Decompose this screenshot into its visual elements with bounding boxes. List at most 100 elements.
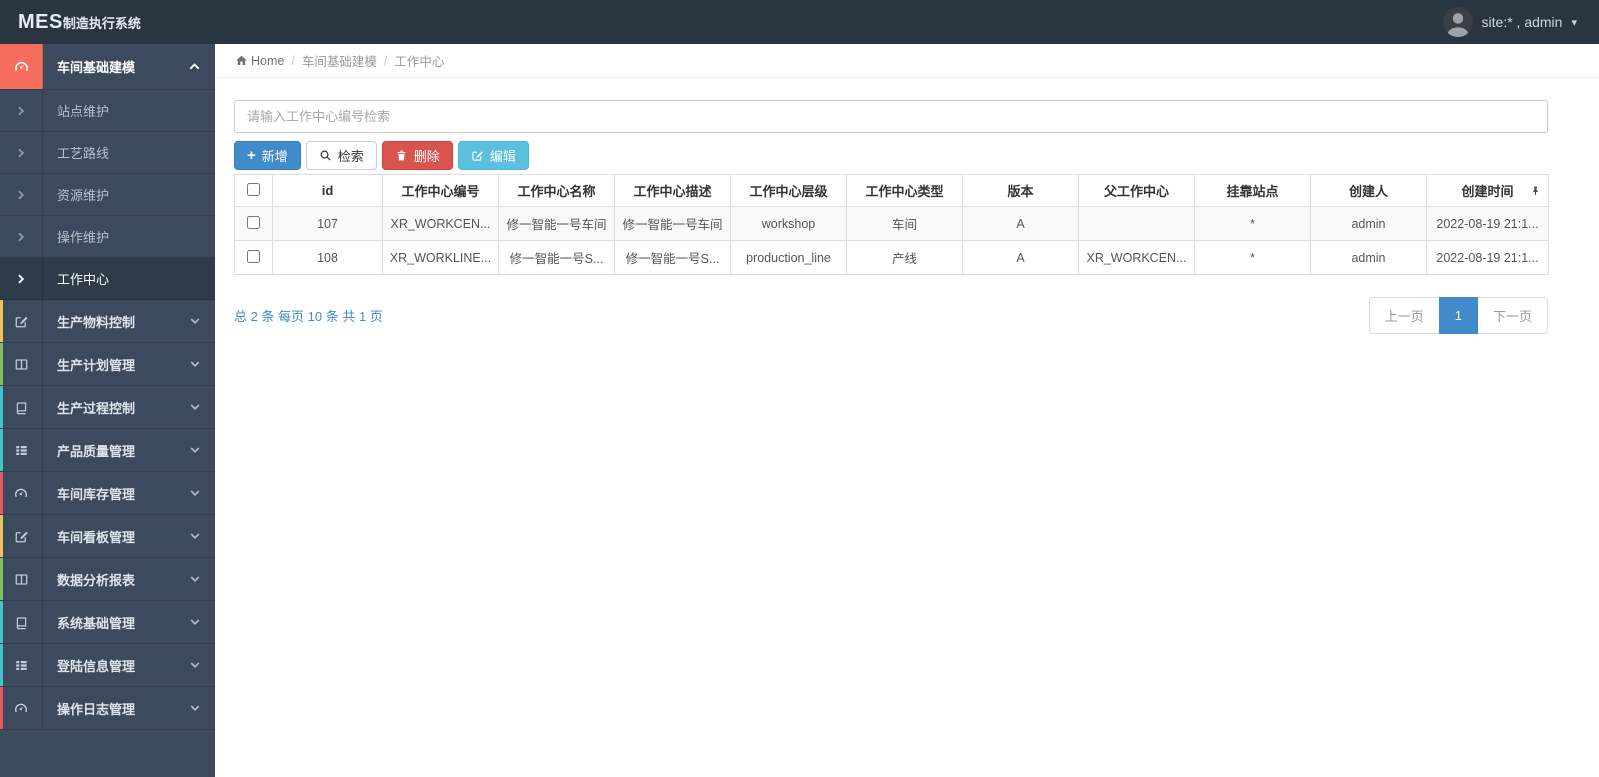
breadcrumb-home-label: Home xyxy=(251,53,285,68)
select-all-checkbox[interactable] xyxy=(247,182,260,196)
sidebar-item-operation-maintenance[interactable]: 操作维护 xyxy=(0,216,215,258)
edit-button-label: 编辑 xyxy=(489,149,516,164)
sidebar-item-material-control[interactable]: 生产物料控制 xyxy=(0,300,215,343)
pagination-next-button[interactable]: 下一页 xyxy=(1476,297,1548,334)
sidebar-item-label: 操作日志管理 xyxy=(57,701,136,717)
search-icon xyxy=(320,150,331,161)
sidebar-item-work-center[interactable]: 工作中心 xyxy=(0,258,215,300)
chevron-right-icon xyxy=(0,258,43,299)
sidebar-item-label: 工艺路线 xyxy=(57,146,110,161)
sidebar-item-operation-log-management[interactable]: 操作日志管理 xyxy=(0,687,215,730)
sidebar-item-system-base-management[interactable]: 系统基础管理 xyxy=(0,601,215,644)
work-center-table: id 工作中心编号 工作中心名称 工作中心描述 工作中心层级 工作中心类型 版本… xyxy=(234,174,1549,275)
sidebar-item-label: 生产物料控制 xyxy=(57,314,136,330)
cell-name: 修一智能一号S... xyxy=(498,240,615,275)
chevron-down-icon xyxy=(190,316,200,326)
header-work-center-level: 工作中心层级 xyxy=(730,174,847,207)
cell-level: production_line xyxy=(730,240,847,275)
header-create-time-label: 创建时间 xyxy=(1461,184,1514,199)
logo-text-suffix: 制造执行系统 xyxy=(62,15,141,31)
book-icon xyxy=(0,601,43,643)
sidebar-item-label: 系统基础管理 xyxy=(57,615,136,631)
sidebar-item-label: 操作维护 xyxy=(57,230,110,245)
search-button[interactable]: 检索 xyxy=(305,141,377,170)
cell-desc: 修一智能一号车间 xyxy=(614,206,731,241)
chevron-down-icon xyxy=(190,445,200,455)
edit-icon xyxy=(0,515,43,557)
table-row: 107 XR_WORKCEN... 修一智能一号车间 修一智能一号车间 work… xyxy=(234,206,1549,241)
search-input[interactable] xyxy=(234,100,1548,133)
trash-icon xyxy=(397,150,406,161)
dashboard-icon xyxy=(0,687,43,729)
sidebar-item-process-route[interactable]: 工艺路线 xyxy=(0,132,215,174)
sidebar-item-quality-management[interactable]: 产品质量管理 xyxy=(0,429,215,472)
header-work-center-code: 工作中心编号 xyxy=(382,174,499,207)
cell-code: XR_WORKLINE... xyxy=(382,240,499,275)
header-parent-work-center: 父工作中心 xyxy=(1078,174,1195,207)
logo-text-main: MES xyxy=(18,10,63,33)
sidebar-item-label: 数据分析报表 xyxy=(57,572,136,588)
pushpin-icon[interactable] xyxy=(1530,185,1541,196)
cell-name: 修一智能一号车间 xyxy=(498,206,615,241)
sidebar-item-workshop-modeling[interactable]: 车间基础建模 xyxy=(0,44,215,90)
row-checkbox[interactable] xyxy=(247,215,260,229)
delete-button[interactable]: 删除 xyxy=(381,141,453,170)
toolbar: + 新增 检索 删除 编辑 xyxy=(234,141,1548,170)
cell-site: * xyxy=(1194,240,1311,275)
color-strip xyxy=(0,515,3,557)
caret-down-icon: ▾ xyxy=(1571,16,1577,29)
breadcrumb-home-link[interactable]: Home xyxy=(235,54,284,68)
home-icon xyxy=(236,55,247,66)
sidebar-item-login-info-management[interactable]: 登陆信息管理 xyxy=(0,644,215,687)
row-select-cell xyxy=(234,240,273,275)
sidebar-item-inventory-management[interactable]: 车间库存管理 xyxy=(0,472,215,515)
sidebar-item-label: 生产计划管理 xyxy=(57,357,136,373)
list-icon xyxy=(0,644,43,686)
user-avatar xyxy=(1442,7,1473,37)
sidebar-item-label: 资源维护 xyxy=(57,188,110,203)
row-checkbox[interactable] xyxy=(247,249,260,263)
person-icon xyxy=(1442,7,1473,37)
sidebar-item-resource-maintenance[interactable]: 资源维护 xyxy=(0,174,215,216)
color-strip xyxy=(0,601,3,643)
row-select-cell xyxy=(234,206,273,241)
sidebar-item-site-maintenance[interactable]: 站点维护 xyxy=(0,90,215,132)
header-creator: 创建人 xyxy=(1310,174,1427,207)
chevron-down-icon xyxy=(190,617,200,627)
sidebar-item-plan-management[interactable]: 生产计划管理 xyxy=(0,343,215,386)
cell-parent xyxy=(1078,206,1195,241)
header-version: 版本 xyxy=(962,174,1079,207)
breadcrumb: Home / 车间基础建模 / 工作中心 xyxy=(215,44,1599,78)
cell-type: 车间 xyxy=(846,206,963,241)
cell-id: 108 xyxy=(272,240,383,275)
search-button-label: 检索 xyxy=(337,149,364,164)
chevron-up-icon xyxy=(189,61,200,72)
cell-id: 107 xyxy=(272,206,383,241)
chevron-down-icon xyxy=(190,574,200,584)
header-select-all xyxy=(234,174,273,207)
sidebar-item-label: 登陆信息管理 xyxy=(57,658,136,674)
header-work-center-name: 工作中心名称 xyxy=(498,174,615,207)
edit-button[interactable]: 编辑 xyxy=(457,141,529,170)
columns-icon xyxy=(0,343,43,385)
sidebar-item-kanban-management[interactable]: 车间看板管理 xyxy=(0,515,215,558)
add-button[interactable]: + 新增 xyxy=(234,141,301,170)
breadcrumb-level1[interactable]: 车间基础建模 xyxy=(302,51,377,70)
sidebar-item-label: 站点维护 xyxy=(57,104,110,119)
cell-type: 产线 xyxy=(846,240,963,275)
user-menu[interactable]: site:* , admin ▾ xyxy=(1442,7,1577,37)
sidebar-item-process-control[interactable]: 生产过程控制 xyxy=(0,386,215,429)
chevron-down-icon xyxy=(190,359,200,369)
header-id: id xyxy=(272,174,383,207)
plus-icon: + xyxy=(247,147,256,164)
sidebar-item-data-analysis-report[interactable]: 数据分析报表 xyxy=(0,558,215,601)
delete-button-label: 删除 xyxy=(413,149,440,164)
cell-site: * xyxy=(1194,206,1311,241)
color-strip xyxy=(0,472,3,514)
pagination-prev-button[interactable]: 上一页 xyxy=(1368,297,1440,334)
header-work-center-type: 工作中心类型 xyxy=(846,174,963,207)
header-work-center-desc: 工作中心描述 xyxy=(614,174,731,207)
pagination-page-1[interactable]: 1 xyxy=(1438,297,1478,334)
dashboard-icon xyxy=(0,44,43,89)
book-icon xyxy=(0,386,43,428)
